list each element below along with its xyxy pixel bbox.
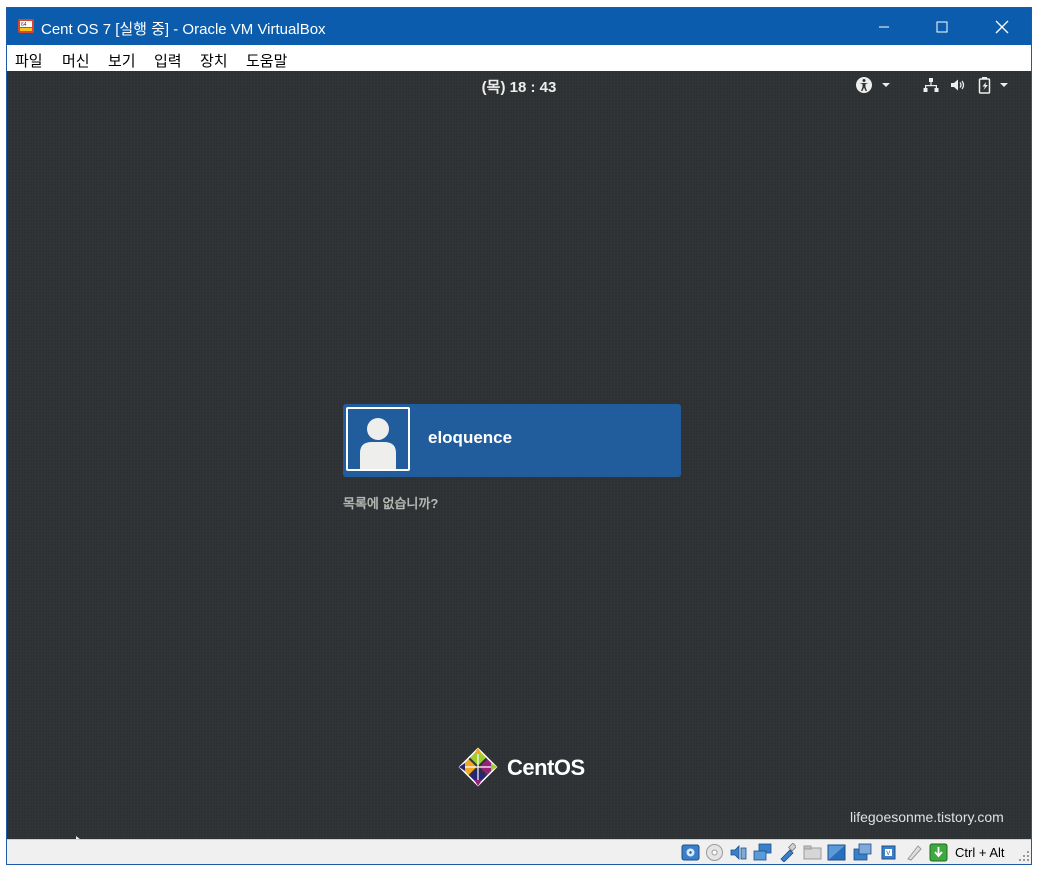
resize-grip-icon[interactable] bbox=[1018, 850, 1030, 862]
avatar bbox=[346, 407, 410, 471]
vm-screen[interactable]: (목) 18 : 43 eloquence 목록에 없습니까? CentOS l… bbox=[7, 71, 1031, 839]
menu-view[interactable]: 보기 bbox=[108, 50, 136, 71]
virtualbox-app-icon: 64 bbox=[18, 19, 34, 33]
accessibility-icon bbox=[856, 77, 872, 93]
not-listed-link[interactable]: 목록에 없습니까? bbox=[343, 493, 438, 512]
svg-text:V: V bbox=[886, 851, 890, 857]
hard-disk-icon[interactable] bbox=[681, 843, 700, 862]
centos-logo-text: CentOS bbox=[507, 755, 585, 780]
svg-text:64: 64 bbox=[21, 22, 27, 28]
volume-icon bbox=[951, 79, 965, 91]
chevron-down-icon bbox=[882, 83, 890, 87]
host-key-icon[interactable] bbox=[929, 843, 948, 862]
menu-input[interactable]: 입력 bbox=[154, 50, 182, 71]
user-list-item[interactable]: eloquence bbox=[343, 404, 681, 477]
menu-bar: 파일 머신 보기 입력 장치 도움말 bbox=[7, 45, 1031, 71]
host-key-label: Ctrl + Alt bbox=[955, 845, 1005, 860]
window-title: Cent OS 7 [실행 중] - Oracle VM VirtualBox bbox=[41, 21, 326, 38]
network-wired-icon bbox=[923, 78, 939, 92]
video-capture-icon[interactable] bbox=[853, 843, 872, 862]
usb-icon[interactable] bbox=[777, 843, 796, 862]
minimize-button[interactable] bbox=[855, 8, 913, 45]
username: eloquence bbox=[428, 428, 513, 447]
maximize-icon bbox=[936, 21, 948, 32]
menu-machine[interactable]: 머신 bbox=[62, 50, 90, 71]
maximize-button[interactable] bbox=[913, 8, 971, 45]
menu-devices[interactable]: 장치 bbox=[200, 50, 228, 71]
close-button[interactable] bbox=[973, 8, 1031, 45]
status-bar: V Ctrl + Alt bbox=[7, 839, 1031, 864]
accessibility-menu[interactable] bbox=[855, 76, 893, 94]
audio-icon[interactable] bbox=[729, 843, 748, 862]
battery-icon bbox=[978, 77, 991, 94]
menu-file[interactable]: 파일 bbox=[15, 50, 43, 71]
minimize-icon bbox=[879, 26, 889, 27]
menu-help[interactable]: 도움말 bbox=[246, 50, 287, 71]
user-avatar-icon bbox=[360, 418, 396, 469]
display-icon[interactable] bbox=[827, 843, 846, 862]
mouse-integration-icon[interactable] bbox=[905, 843, 924, 862]
watermark: lifegoesonme.tistory.com bbox=[850, 809, 1004, 825]
close-icon bbox=[995, 20, 1009, 33]
virtualbox-window: 64 Cent OS 7 [실행 중] - Oracle VM VirtualB… bbox=[6, 7, 1032, 865]
optical-drive-icon[interactable] bbox=[705, 843, 724, 862]
chevron-down-icon bbox=[1000, 83, 1008, 87]
centos-logo-icon bbox=[458, 747, 498, 787]
network-icon[interactable] bbox=[753, 843, 772, 862]
shared-folders-icon[interactable] bbox=[803, 843, 822, 862]
title-bar[interactable]: 64 Cent OS 7 [실행 중] - Oracle VM VirtualB… bbox=[7, 8, 1031, 45]
system-status-menu[interactable] bbox=[923, 76, 1011, 94]
cpu-virtualization-icon[interactable]: V bbox=[879, 843, 898, 862]
